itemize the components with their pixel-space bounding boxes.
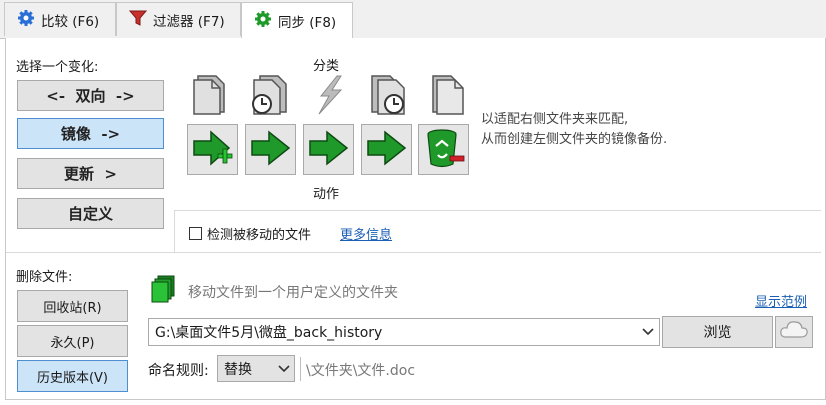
detect-moved-label: 检测被移动的文件: [207, 228, 312, 243]
cloud-icon: [779, 319, 809, 345]
variant-description-line1: 以适配右侧文件夹来匹配,: [481, 112, 629, 127]
recycle-bin-icon: [422, 126, 466, 174]
action-overwrite-right-button[interactable]: [361, 124, 412, 175]
tab-sync-label: 同步 (F8): [278, 15, 337, 31]
versioning-path-combobox[interactable]: G:\桌面文件5月\微盘_back_history: [148, 318, 660, 346]
variant-two-way-button[interactable]: <- 双向 ->: [17, 80, 164, 111]
arrow-add-icon: [191, 128, 235, 172]
delete-permanent-button[interactable]: 永久(P): [17, 325, 128, 357]
naming-select-value: 替换: [224, 361, 252, 378]
conflict-lightning-icon: [305, 70, 353, 118]
tab-compare-label: 比较 (F6): [41, 13, 100, 30]
detect-moved-checkbox[interactable]: [189, 227, 202, 240]
naming-example: \文件夹\文件.doc: [306, 363, 416, 379]
chevron-down-icon[interactable]: [637, 328, 659, 336]
chevron-down-icon[interactable]: [274, 364, 294, 373]
tab-filter[interactable]: 过滤器 (F7): [116, 2, 241, 36]
tab-sync[interactable]: 同步 (F8): [241, 2, 353, 39]
delete-recycle-bin-button[interactable]: 回收站(R): [17, 290, 128, 322]
naming-select[interactable]: 替换: [217, 355, 295, 382]
variant-mirror-button[interactable]: 镜像 ->: [17, 118, 164, 149]
gear-icon: [17, 9, 35, 31]
browse-button[interactable]: 浏览: [662, 316, 773, 348]
divider: [300, 357, 301, 381]
left-newer-file-icon: [246, 70, 294, 118]
action-delete-right-button[interactable]: [418, 124, 469, 175]
right-only-file-icon: [421, 70, 469, 118]
more-info-link[interactable]: 更多信息: [340, 224, 392, 243]
action-create-right-button[interactable]: [187, 124, 238, 175]
naming-label: 命名规则:: [148, 363, 209, 379]
versioning-path-value: G:\桌面文件5月\微盘_back_history: [155, 325, 383, 341]
move-files-hint: 移动文件到一个用户定义的文件夹: [188, 285, 398, 301]
gear-icon: [254, 10, 272, 32]
left-only-file-icon: [188, 70, 236, 118]
right-newer-file-icon: [364, 70, 412, 118]
variant-description-line2: 从而创建左侧文件夹的镜像备份.: [481, 132, 668, 147]
arrow-right-icon: [249, 128, 293, 172]
variant-update-button[interactable]: 更新 >: [17, 158, 164, 189]
arrow-right-icon: [365, 128, 409, 172]
tab-filter-label: 过滤器 (F7): [153, 13, 225, 30]
arrow-right-icon: [307, 128, 351, 172]
variant-custom-button[interactable]: 自定义: [17, 198, 164, 229]
action-conflict-right-button[interactable]: [303, 124, 354, 175]
cloud-button[interactable]: [775, 316, 813, 348]
action-footer: 动作: [313, 187, 340, 202]
variant-title: 选择一个变化:: [16, 60, 99, 75]
action-update-right-button[interactable]: [245, 124, 296, 175]
filter-icon: [128, 9, 148, 31]
versioning-files-icon: [150, 274, 178, 308]
tab-compare[interactable]: 比较 (F6): [4, 2, 116, 36]
divider: [6, 252, 821, 253]
deletion-title: 删除文件:: [16, 270, 73, 285]
divider: [174, 210, 821, 211]
show-example-link[interactable]: 显示范例: [755, 291, 807, 310]
delete-versioning-button[interactable]: 历史版本(V): [17, 360, 128, 392]
divider: [174, 210, 175, 252]
